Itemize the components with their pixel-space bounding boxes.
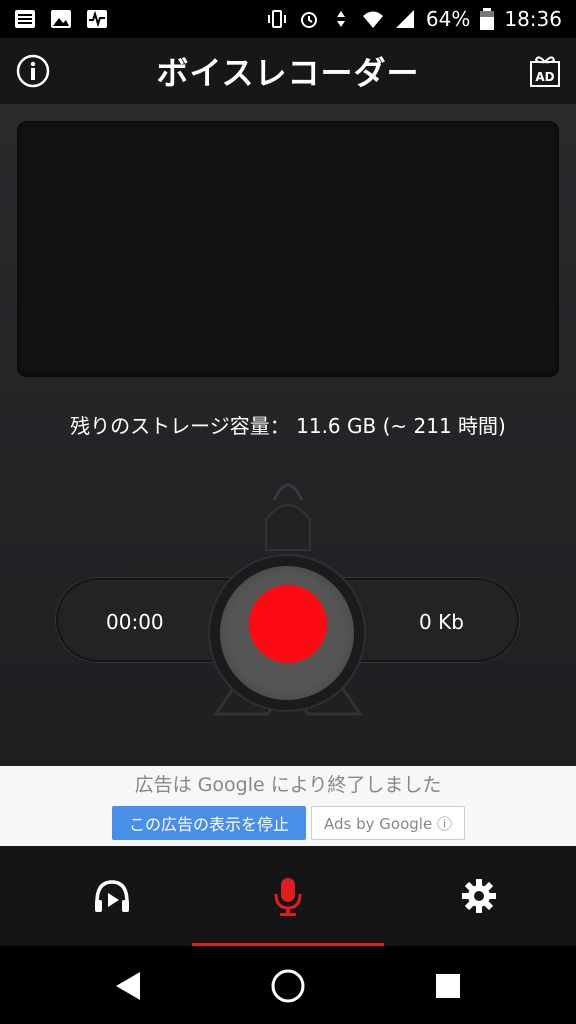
back-icon[interactable] xyxy=(110,968,146,1004)
signal-icon xyxy=(395,10,414,28)
stop-ad-button[interactable]: この広告の表示を停止 xyxy=(112,806,306,840)
file-size: 0 Kb xyxy=(419,610,464,634)
clock: 18:36 xyxy=(504,7,562,31)
image-notification-icon xyxy=(51,10,71,28)
system-icons: 64% 18:36 xyxy=(266,7,562,31)
nav-recordings-headphones-icon[interactable] xyxy=(92,876,132,916)
app-header: ボイスレコーダー AD xyxy=(0,38,576,104)
activity-notification-icon xyxy=(87,10,107,28)
gift-ad-icon[interactable]: AD xyxy=(528,52,562,88)
notification-icons xyxy=(14,9,108,29)
system-nav-bar xyxy=(0,946,576,1024)
status-bar: 64% 18:36 xyxy=(0,0,576,38)
vibrate-icon xyxy=(267,10,286,28)
nav-settings-gear-icon[interactable] xyxy=(459,876,499,916)
ad-icon-label: AD xyxy=(535,70,554,84)
ads-by-google-button[interactable]: Ads by Google ⓘ xyxy=(311,806,465,840)
alarm-icon xyxy=(300,12,317,28)
storage-notification-icon xyxy=(15,10,35,28)
bottom-nav xyxy=(0,846,576,946)
battery-percent: 64% xyxy=(425,7,471,31)
info-icon[interactable] xyxy=(16,54,50,88)
storage-remaining: 残りのストレージ容量： 11.6 GB (~ 211 時間) xyxy=(70,414,506,438)
home-icon[interactable] xyxy=(270,968,306,1004)
battery-icon xyxy=(480,8,495,30)
recents-icon[interactable] xyxy=(430,968,466,1004)
elapsed-time: 00:00 xyxy=(106,610,164,634)
data-transfer-icon xyxy=(336,11,345,27)
record-button[interactable] xyxy=(249,585,327,663)
page-title: ボイスレコーダー xyxy=(156,54,420,92)
ad-closed-text: 広告は Google により終了しました xyxy=(134,774,442,796)
nav-record-mic-icon[interactable] xyxy=(268,876,308,916)
wifi-icon xyxy=(362,11,383,28)
recorder-main: 残りのストレージ容量： 11.6 GB (~ 211 時間) 00:00 0 K… xyxy=(0,104,576,766)
waveform-panel xyxy=(17,121,559,377)
